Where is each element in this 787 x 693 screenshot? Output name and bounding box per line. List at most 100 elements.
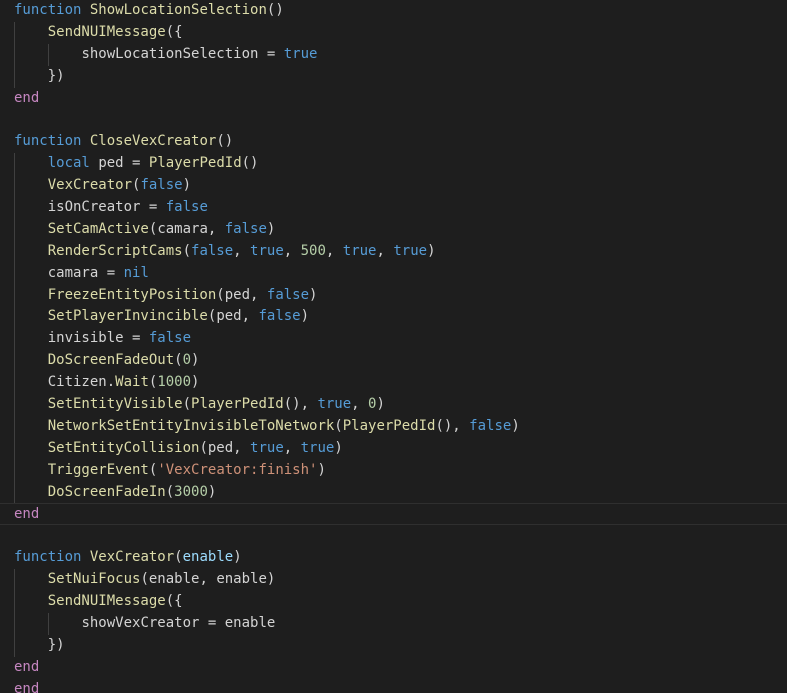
indent-guide (14, 394, 15, 416)
code-line[interactable]: SendNUIMessage({ (0, 591, 787, 613)
code-token-key: true (342, 242, 377, 259)
code-token-fn: SetPlayerInvincible (47, 308, 208, 325)
code-token-num: 1000 (157, 374, 192, 391)
code-token-op: ( (174, 352, 183, 369)
code-token-op (81, 133, 89, 149)
code-line[interactable]: DoScreenFadeOut(0) (0, 350, 787, 373)
code-token-op: . (106, 374, 116, 391)
code-token-key: false (191, 242, 234, 259)
code-token-op (81, 549, 89, 565)
code-line[interactable]: NetworkSetEntityInvisibleToNetwork(Playe… (0, 415, 787, 438)
code-line[interactable]: FreezeEntityPosition(ped, false) (0, 284, 787, 307)
code-token-op: }) (47, 67, 65, 84)
code-line[interactable]: function CloseVexCreator() (0, 131, 787, 153)
indent-guide (14, 240, 15, 263)
code-token-fn: DoScreenFadeIn (47, 483, 166, 500)
indent-guide (14, 262, 15, 285)
code-line[interactable]: DoScreenFadeIn(3000) (0, 481, 787, 504)
code-line[interactable] (0, 109, 787, 131)
code-token-fn: FreezeEntityPosition (47, 286, 217, 303)
code-line[interactable]: RenderScriptCams(false, true, 500, true,… (0, 240, 787, 263)
indent-guide (14, 415, 15, 438)
indent-guide (47, 43, 49, 66)
indent-guide (14, 153, 15, 176)
code-token-op: = (258, 45, 284, 62)
code-token-op: ( (174, 549, 183, 566)
code-token-op: ({ (165, 23, 183, 40)
indent-guide (14, 612, 15, 635)
code-token-op: () (216, 133, 234, 150)
code-token-op: ) (191, 352, 200, 369)
code-token-fn: DoScreenFadeOut (47, 352, 175, 369)
indent-guide (47, 612, 49, 635)
code-token-op: ({ (165, 593, 183, 610)
code-token-key: nil (123, 264, 149, 281)
code-token-op: (), (435, 417, 470, 434)
code-editor[interactable]: function ShowLocationSelection() SendNUI… (0, 0, 787, 693)
code-line[interactable]: }) (0, 65, 787, 88)
code-line[interactable]: Citizen.Wait(1000) (0, 372, 787, 395)
code-token-op: , (376, 242, 394, 259)
code-line[interactable]: VexCreator(false) (0, 175, 787, 198)
indent-guide (14, 218, 15, 241)
code-line[interactable]: end (0, 503, 787, 526)
indent-guide (14, 481, 15, 504)
code-line[interactable]: end (0, 679, 787, 693)
code-token-kw: end (14, 680, 40, 693)
code-token-op: = (98, 264, 124, 281)
code-line[interactable]: isOnCreator = false (0, 197, 787, 219)
code-line[interactable]: invisible = false (0, 328, 787, 351)
code-token-op: ) (182, 177, 192, 194)
code-token-op: ( (334, 417, 343, 434)
code-line[interactable]: function ShowLocationSelection() (0, 0, 787, 22)
code-token-op: = (123, 330, 149, 347)
code-token-op: ) (511, 417, 520, 434)
code-token-id: invisible (47, 330, 124, 347)
code-line[interactable]: SetCamActive(camara, false) (0, 218, 787, 241)
code-token-op: ) (300, 308, 310, 325)
code-token-op: , (207, 220, 225, 237)
code-token-num: 0 (182, 352, 192, 369)
code-token-fn: SetCamActive (47, 220, 149, 237)
code-token-id: ped (224, 286, 251, 303)
code-line[interactable]: SetNuiFocus(enable, enable) (0, 569, 787, 592)
code-token-op: , (241, 308, 259, 325)
code-line[interactable]: showVexCreator = enable (0, 612, 787, 635)
code-token-op: ) (191, 374, 200, 391)
code-line[interactable]: end (0, 657, 787, 679)
code-line[interactable]: }) (0, 634, 787, 657)
code-token-op: ) (309, 286, 318, 303)
code-token-op: ( (165, 483, 175, 500)
code-token-op: ) (427, 242, 436, 259)
code-line[interactable]: TriggerEvent('VexCreator:finish') (0, 459, 787, 482)
code-token-op: , (233, 242, 251, 259)
code-token-op: , (283, 439, 301, 456)
code-token-op: ) (334, 439, 343, 456)
code-line[interactable]: SetPlayerInvincible(ped, false) (0, 306, 787, 329)
indent-guide (14, 634, 15, 657)
code-token-key: true (393, 242, 428, 259)
code-token-op: () (241, 155, 259, 172)
code-token-op: ) (266, 571, 276, 588)
code-token-op: () (266, 2, 284, 18)
code-token-id: ped (216, 308, 242, 325)
code-token-key: false (165, 199, 208, 216)
code-token-op: , (250, 286, 267, 303)
code-token-id: showVexCreator (81, 614, 200, 631)
code-line[interactable]: showLocationSelection = true (0, 43, 787, 66)
code-line[interactable] (0, 525, 787, 547)
code-token-key: true (300, 439, 335, 456)
code-token-fn: RenderScriptCams (47, 242, 183, 259)
code-line[interactable]: local ped = PlayerPedId() (0, 153, 787, 176)
code-line[interactable]: SetEntityCollision(ped, true, true) (0, 437, 787, 460)
code-token-op: , (199, 571, 217, 588)
code-token-kw: end (14, 506, 40, 523)
code-line[interactable]: end (0, 88, 787, 110)
code-token-id: enable (216, 571, 267, 588)
code-token-key: function (14, 133, 82, 150)
code-line[interactable]: function VexCreator(enable) (0, 547, 787, 569)
code-line[interactable]: SendNUIMessage({ (0, 21, 787, 44)
code-line[interactable]: camara = nil (0, 262, 787, 285)
code-line[interactable]: SetEntityVisible(PlayerPedId(), true, 0) (0, 394, 787, 416)
indent-guide (14, 21, 15, 44)
